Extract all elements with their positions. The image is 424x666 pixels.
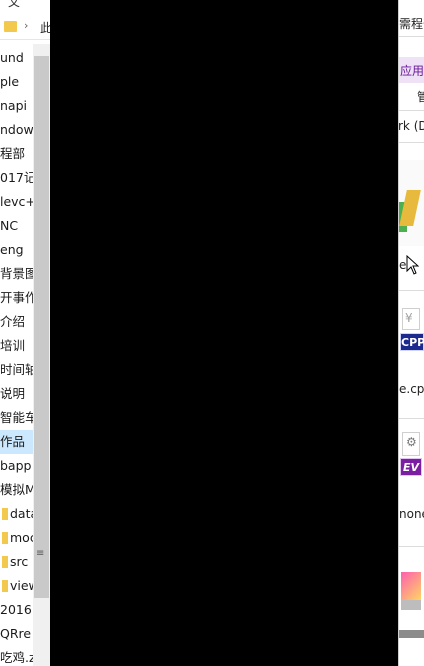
tree-item-label: 时间轴 (0, 362, 33, 377)
address-fragment[interactable]: rk (D (399, 119, 424, 133)
tree-item[interactable]: napi (0, 94, 33, 118)
breadcrumb-separator: › (24, 19, 29, 32)
folder-icon (2, 508, 8, 520)
tree-item-label: 作品 (0, 434, 26, 449)
tree-item-label: QRre (0, 626, 32, 641)
tree-item[interactable]: 2016 (0, 598, 33, 622)
black-window-panel (50, 0, 398, 666)
tree-item[interactable]: 说明 (0, 382, 33, 406)
navigation-tree: und ple napi ndows 程部 017记 levc+ NC eng 背景图开事作介绍培… (0, 44, 33, 666)
tree-item[interactable]: 智能车 (0, 406, 33, 430)
tree-item[interactable]: 017记 (0, 166, 33, 190)
tree-item-label: ndows (0, 122, 33, 137)
tree-item[interactable]: eng (0, 238, 33, 262)
folder-icon (2, 580, 8, 592)
divider (399, 110, 424, 111)
tree-item-label: src (10, 554, 29, 569)
tree-item[interactable]: ndows (0, 118, 33, 142)
tree-item-label: bapp (0, 458, 32, 473)
divider (399, 142, 424, 143)
folder-icon (4, 21, 17, 32)
tree-item[interactable]: und (0, 46, 33, 70)
window-title-fragment: 文 (8, 0, 21, 9)
tree-item-label: 智能车 (0, 410, 33, 425)
file-label[interactable]: none (399, 507, 424, 521)
tree-item-label: moc (10, 530, 33, 545)
tree-item[interactable]: moc (2, 526, 33, 550)
file-icon-base (401, 600, 421, 610)
desktop-screen: 文 › 此 und ple napi ndows 程部 017记 levc+ NC eng 背景图… (0, 0, 424, 666)
tree-item-label: ple (0, 74, 20, 89)
ribbon-manage-button[interactable]: 管 (417, 88, 424, 105)
divider (399, 418, 424, 419)
tree-item-label: napi (0, 98, 27, 113)
tree-item[interactable]: bapp (0, 454, 33, 478)
tree-item[interactable]: 吃鸡.z (0, 646, 33, 666)
tree-item[interactable]: 时间轴 (0, 358, 33, 382)
tree-item-label: 程部 (0, 146, 26, 161)
tree-item-label: 培训 (0, 338, 26, 353)
second-explorer-window: 需程部 应用程 管 rk (D e ¥ CPP e.cp ⚙ EV none (398, 0, 424, 666)
scrollbar-grip-icon: ≡ (36, 548, 45, 559)
file-explorer-window: 文 › 此 und ple napi ndows 程部 017记 levc+ NC eng 背景图… (0, 0, 50, 666)
app-file-icon[interactable] (401, 572, 421, 602)
scrollbar-thumb[interactable] (34, 56, 49, 598)
navigation-scrollbar[interactable]: ≡ (33, 44, 50, 666)
tree-item-label: 吃鸡.z (0, 650, 33, 665)
gear-icon: ⚙ (406, 435, 417, 449)
tree-item-label: NC (0, 218, 19, 233)
tree-item[interactable]: QRre (0, 622, 33, 646)
dev-badge: EV (400, 458, 422, 476)
tree-item-label: 说明 (0, 386, 26, 401)
breadcrumb-item[interactable]: 此 (40, 19, 50, 36)
tree-item[interactable]: NC (0, 214, 33, 238)
tree-item[interactable]: 培训 (0, 334, 33, 358)
window-title-fragment: 需程部 (399, 17, 424, 31)
tree-item[interactable]: 模拟M (0, 478, 33, 502)
tree-item-label: data (10, 506, 33, 521)
file-page-icon: ¥ (405, 311, 413, 325)
file-label[interactable]: e.cp (399, 382, 424, 396)
tree-item[interactable]: view (2, 574, 33, 598)
tree-item[interactable]: levc+ (0, 190, 33, 214)
folder-icon (2, 532, 8, 544)
horizontal-scrollbar[interactable] (399, 630, 424, 638)
tree-item-label: levc+ (0, 194, 33, 209)
tree-item[interactable]: src (2, 550, 33, 574)
tree-item-label: 背景图 (0, 266, 33, 281)
image-thumbnail[interactable] (399, 160, 424, 246)
ribbon-tab-label: 应用程 (400, 64, 424, 78)
divider (399, 290, 424, 291)
address-bar[interactable]: › 此 (0, 16, 50, 40)
tree-item-label: 模拟M (0, 482, 33, 497)
tree-item-label: eng (0, 242, 24, 257)
cpp-badge: CPP (400, 333, 424, 351)
divider (399, 546, 424, 547)
tree-item-label: und (0, 50, 24, 65)
tree-item[interactable]: 背景图 (0, 262, 33, 286)
tree-item-label: 开事作 (0, 290, 33, 305)
tree-item[interactable]: 程部 (0, 142, 33, 166)
cpp-file-icon[interactable]: ¥ (402, 308, 420, 330)
folder-icon (2, 556, 8, 568)
tree-item-label: 017记 (0, 170, 33, 185)
tree-item[interactable]: 开事作 (0, 286, 33, 310)
tree-item[interactable]: 作品 (0, 430, 33, 454)
tree-item-label: 2016 (0, 602, 32, 617)
dev-file-icon[interactable]: ⚙ (402, 432, 420, 456)
thumbnail-shape (399, 190, 421, 226)
tree-item-label: 介绍 (0, 314, 26, 329)
tree-item[interactable]: 介绍 (0, 310, 33, 334)
tree-item[interactable]: data (2, 502, 33, 526)
tree-item[interactable]: ple (0, 70, 33, 94)
ribbon-tab-app-tools[interactable]: 应用程 (399, 57, 424, 83)
tree-item-label: view (10, 578, 33, 593)
divider (399, 36, 424, 37)
